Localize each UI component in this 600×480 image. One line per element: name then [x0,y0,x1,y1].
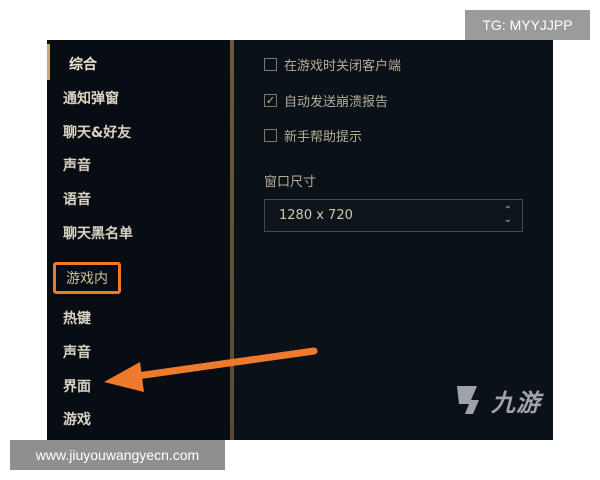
close-client-checkbox-row[interactable]: 在游戏时关闭客户端 [264,55,401,74]
select-updown-icon: ⌃ ⌄ [503,205,512,225]
sidebar-item-notifications[interactable]: 通知弹窗 [63,88,119,108]
settings-sidebar: 综合 通知弹窗 聊天&好友 声音 语音 聊天黑名单 游戏内 热键 声音 界面 游… [47,40,230,440]
sidebar-item-game-sound[interactable]: 声音 [63,342,91,362]
newbie-tips-label: 新手帮助提示 [284,130,363,145]
checkmark-icon: ✓ [265,94,276,107]
newbie-tips-checkbox-row[interactable]: 新手帮助提示 [264,126,362,145]
window-size-select[interactable]: 1280 x 720 ⌃ ⌄ [264,199,523,232]
sidebar-item-sound[interactable]: 声音 [63,155,91,175]
window-size-value: 1280 x 720 [279,208,353,223]
sidebar-item-general[interactable]: 综合 [69,54,97,74]
watermark-text: 九游 [491,388,541,417]
close-client-label: 在游戏时关闭客户端 [284,59,402,74]
crash-report-checkbox[interactable]: ✓ [264,94,277,107]
sidebar-item-chat-blacklist[interactable]: 聊天黑名单 [63,223,133,243]
sidebar-item-interface[interactable]: 界面 [63,376,91,396]
nine-logo-icon [457,386,479,414]
sidebar-item-hotkeys[interactable]: 热键 [63,308,91,328]
tg-badge: TG: MYYJJPP [465,10,590,40]
active-indicator [47,44,50,80]
jiuyou-logo: 九游 [449,382,541,418]
close-client-checkbox[interactable] [264,58,277,71]
url-badge: www.jiuyouwangyecn.com [10,440,225,470]
sidebar-section-in-game: 游戏内 [53,262,121,294]
crash-report-checkbox-row[interactable]: ✓ 自动发送崩溃报告 [264,91,388,110]
sidebar-item-game[interactable]: 游戏 [63,409,91,429]
crash-report-label: 自动发送崩溃报告 [284,95,389,110]
settings-content: 在游戏时关闭客户端 ✓ 自动发送崩溃报告 新手帮助提示 窗口尺寸 1280 x … [234,40,553,440]
window-size-label: 窗口尺寸 [264,175,317,190]
settings-window: 综合 通知弹窗 聊天&好友 声音 语音 聊天黑名单 游戏内 热键 声音 界面 游… [47,40,553,440]
sidebar-item-chat-friends[interactable]: 聊天&好友 [63,122,131,142]
sidebar-item-voice[interactable]: 语音 [63,189,91,209]
newbie-tips-checkbox[interactable] [264,129,277,142]
